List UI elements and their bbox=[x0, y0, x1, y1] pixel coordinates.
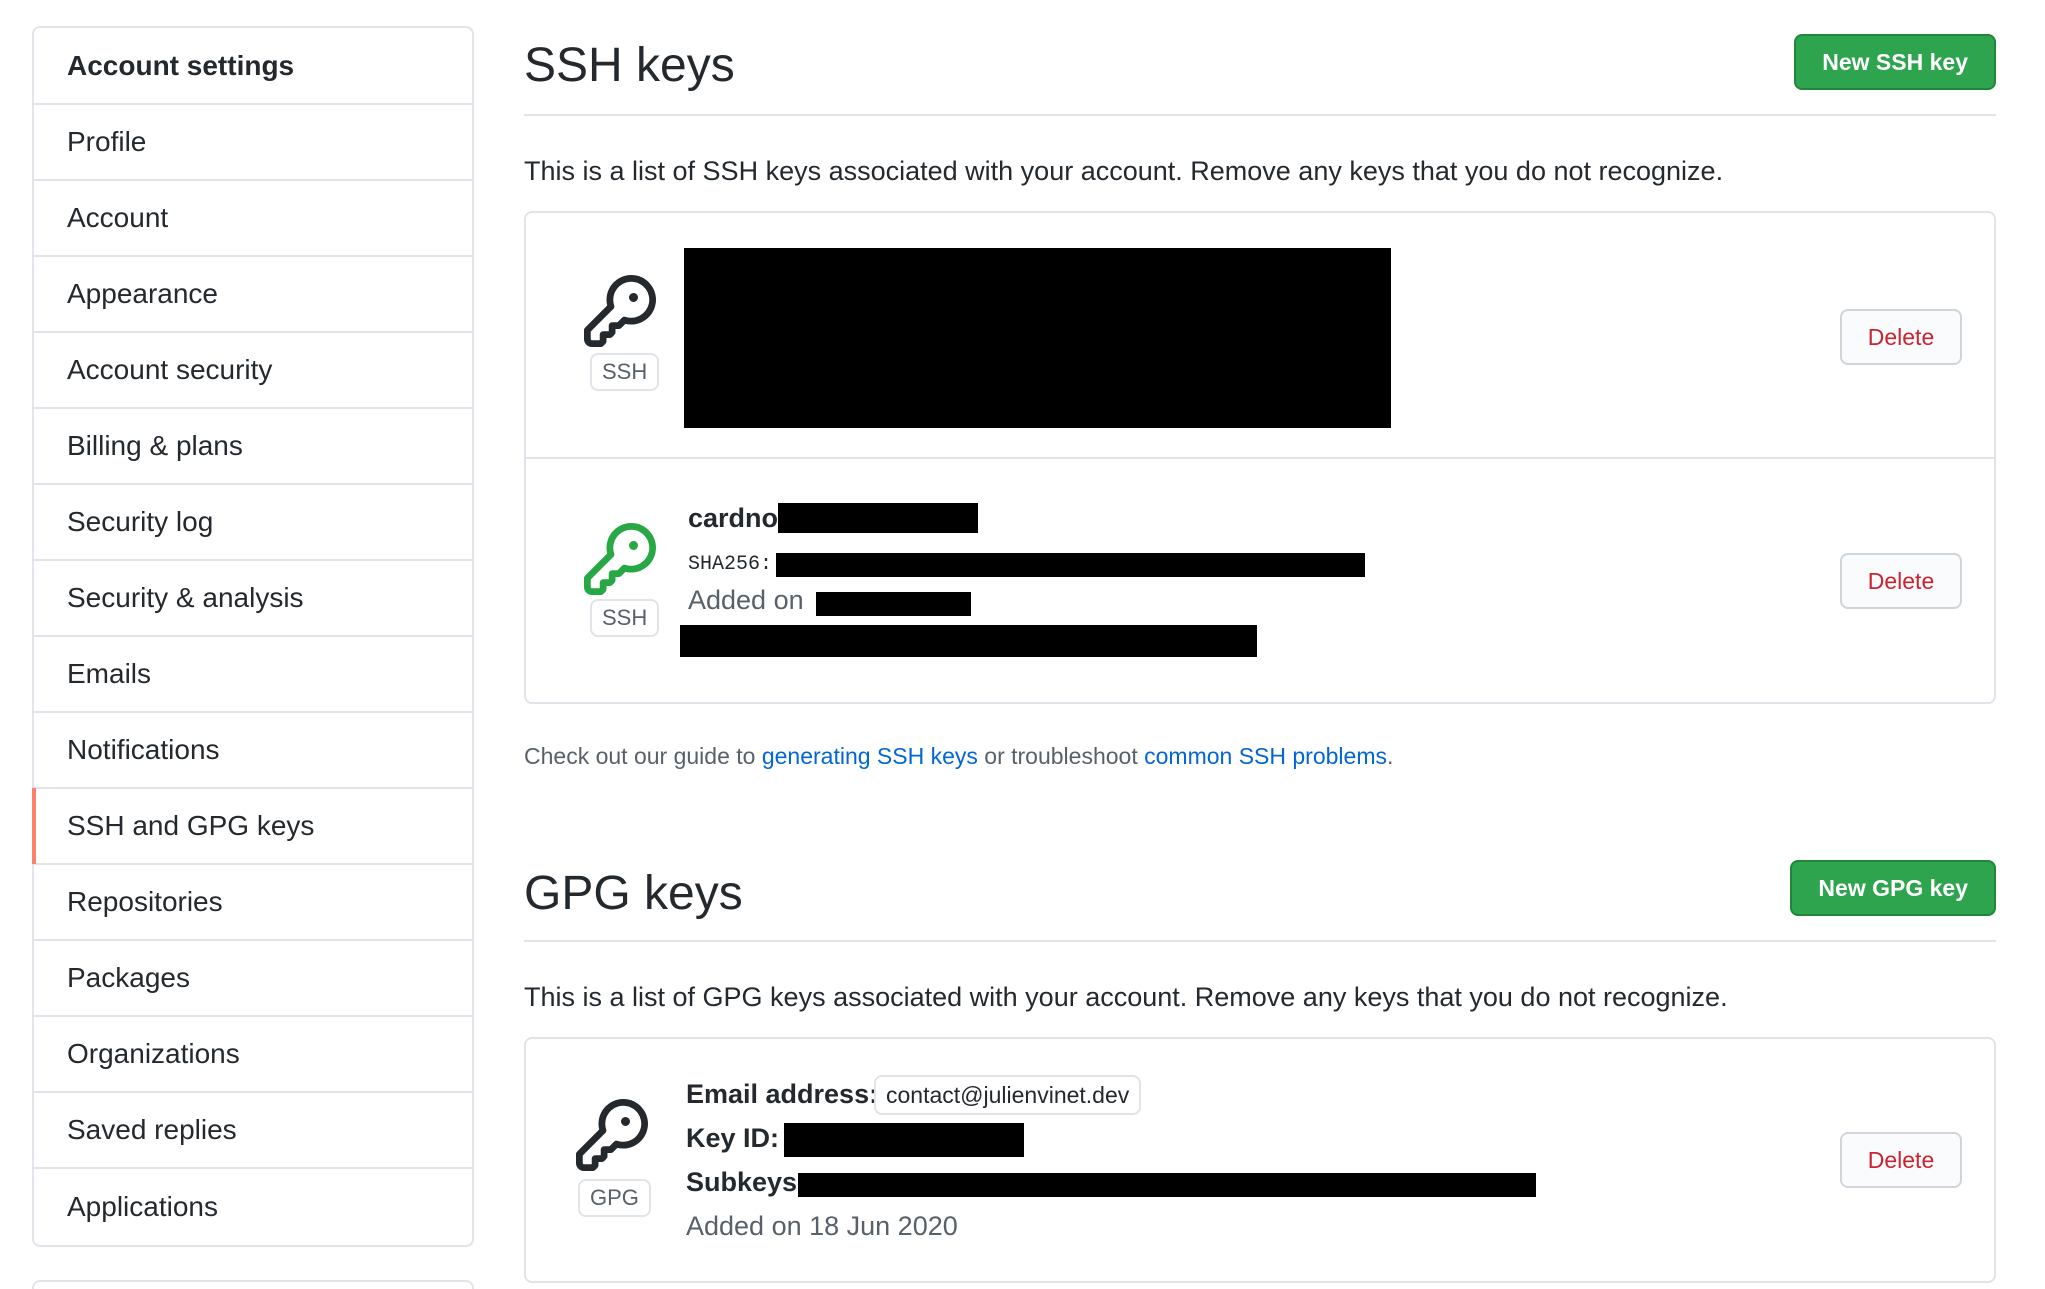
sidebar-item-packages[interactable]: Packages bbox=[34, 941, 472, 1017]
common-ssh-problems-link[interactable]: common SSH problems bbox=[1144, 743, 1387, 769]
key-icon bbox=[576, 1099, 648, 1171]
guide-suffix: . bbox=[1386, 743, 1394, 769]
sidebar-header: Account settings bbox=[34, 28, 472, 105]
sidebar-item-organizations[interactable]: Organizations bbox=[34, 1017, 472, 1093]
ssh-key-list: SSH Delete SSH cardno: SHA256: Added on … bbox=[524, 211, 1996, 704]
ssh-title: SSH keys bbox=[524, 39, 735, 92]
guide-prefix: Check out our guide to bbox=[524, 743, 762, 769]
delete-gpg-key-button[interactable]: Delete bbox=[1840, 1132, 1962, 1188]
gpg-subkeys-label: Subkeys: bbox=[686, 1167, 807, 1197]
ssh-key-title: cardno: bbox=[688, 503, 788, 533]
sidebar-item-saved-replies[interactable]: Saved replies bbox=[34, 1093, 472, 1169]
key-icon bbox=[584, 523, 656, 595]
gpg-key-id-label: Key ID: bbox=[686, 1123, 780, 1153]
ssh-guide-text: Check out our guide to generating SSH ke… bbox=[524, 743, 1393, 770]
generating-ssh-keys-link[interactable]: generating SSH keys bbox=[762, 743, 978, 769]
sidebar-item-applications[interactable]: Applications bbox=[34, 1169, 472, 1245]
sidebar-item-account[interactable]: Account bbox=[34, 181, 472, 257]
gpg-type-badge: GPG bbox=[578, 1179, 651, 1217]
gpg-description: This is a list of GPG keys associated wi… bbox=[524, 982, 1728, 1012]
gpg-added-date: Added on 18 Jun 2020 bbox=[686, 1211, 958, 1241]
redacted-key-id bbox=[784, 1123, 1024, 1157]
ssh-key-row: SSH cardno: SHA256: Added on Delete bbox=[526, 459, 1994, 702]
sidebar-item-ssh-gpg-keys[interactable]: SSH and GPG keys bbox=[32, 788, 472, 865]
redacted-last-used bbox=[680, 625, 1257, 657]
redacted-key-title bbox=[778, 503, 978, 533]
sidebar-item-security-analysis[interactable]: Security & analysis bbox=[34, 561, 472, 637]
sidebar-item-notifications[interactable]: Notifications bbox=[34, 713, 472, 789]
ssh-section-header: SSH keys New SSH key bbox=[524, 34, 1996, 116]
delete-ssh-key-button[interactable]: Delete bbox=[1840, 553, 1962, 609]
redacted-fingerprint bbox=[776, 553, 1365, 577]
sidebar-item-repositories[interactable]: Repositories bbox=[34, 865, 472, 941]
sidebar-item-profile[interactable]: Profile bbox=[34, 105, 472, 181]
sidebar-item-emails[interactable]: Emails bbox=[34, 637, 472, 713]
guide-middle: or troubleshoot bbox=[977, 743, 1145, 769]
ssh-type-badge: SSH bbox=[590, 599, 660, 637]
sidebar-item-billing[interactable]: Billing & plans bbox=[34, 409, 472, 485]
key-icon bbox=[584, 275, 656, 347]
delete-ssh-key-button[interactable]: Delete bbox=[1840, 309, 1962, 365]
ssh-added-label: Added on bbox=[688, 585, 804, 615]
ssh-description: This is a list of SSH keys associated wi… bbox=[524, 156, 1724, 186]
sidebar-item-security-log[interactable]: Security log bbox=[34, 485, 472, 561]
ssh-key-row: SSH Delete bbox=[526, 213, 1994, 459]
gpg-email-badge: contact@julienvinet.dev bbox=[874, 1075, 1142, 1115]
redacted-added-date bbox=[816, 592, 971, 616]
new-ssh-key-button[interactable]: New SSH key bbox=[1794, 34, 1996, 90]
ssh-fingerprint-label: SHA256: bbox=[688, 553, 773, 576]
ssh-type-badge: SSH bbox=[590, 353, 660, 391]
gpg-title: GPG keys bbox=[524, 867, 743, 920]
gpg-key-row: GPG Email address: contact@julienvinet.d… bbox=[526, 1039, 1994, 1281]
gpg-email-label: Email address: bbox=[686, 1079, 879, 1109]
sidebar-item-appearance[interactable]: Appearance bbox=[34, 257, 472, 333]
gpg-section-header: GPG keys New GPG key bbox=[524, 860, 1996, 942]
redacted-subkeys bbox=[798, 1173, 1536, 1197]
settings-sidebar: Account settings Profile Account Appeara… bbox=[32, 26, 474, 1247]
secondary-sidebar bbox=[32, 1280, 474, 1289]
redacted-key-details bbox=[684, 248, 1391, 428]
sidebar-item-account-security[interactable]: Account security bbox=[34, 333, 472, 409]
gpg-key-list: GPG Email address: contact@julienvinet.d… bbox=[524, 1037, 1996, 1283]
new-gpg-key-button[interactable]: New GPG key bbox=[1790, 860, 1996, 916]
